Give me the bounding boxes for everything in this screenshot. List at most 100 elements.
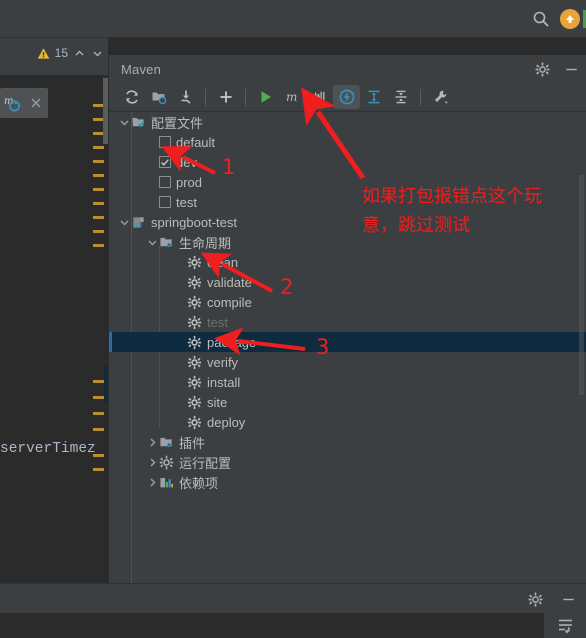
checkbox-checked[interactable] (159, 156, 171, 168)
tree-row[interactable]: package (109, 332, 586, 352)
maven-settings-button[interactable] (427, 85, 454, 109)
tree-toggle (173, 412, 187, 432)
tree-row[interactable]: site (109, 392, 586, 412)
chevron-down-icon[interactable] (91, 47, 104, 60)
tree-toggle (173, 312, 187, 332)
svg-text:m: m (135, 220, 142, 229)
warning-marker[interactable] (93, 174, 104, 177)
gear-icon[interactable] (535, 62, 550, 77)
warning-marker[interactable] (93, 244, 104, 247)
run-config-gear-icon (159, 455, 174, 469)
run-button[interactable] (252, 85, 279, 109)
tree-row[interactable]: 插件 (109, 432, 586, 452)
minimize-icon[interactable] (561, 592, 576, 607)
chevron-right-icon[interactable] (146, 476, 159, 489)
editor-content[interactable]: serverTimez (0, 76, 108, 583)
chevron-down-icon[interactable] (118, 116, 131, 129)
collapse-all-button[interactable] (387, 85, 414, 109)
tree-toggle[interactable] (117, 112, 131, 132)
execute-maven-goal-button[interactable]: m (279, 85, 306, 109)
maven-header: Maven (109, 55, 586, 83)
tree-row[interactable]: validate (109, 272, 586, 292)
tree-row[interactable]: deploy (109, 412, 586, 432)
tree-row-label: default (176, 134, 216, 150)
maven-title: Maven (121, 61, 162, 77)
toggle-offline-mode-button[interactable] (306, 85, 333, 109)
tree-toggle[interactable] (117, 212, 131, 232)
warning-marker[interactable] (93, 216, 104, 219)
warning-marker[interactable] (93, 468, 104, 471)
collapse-all-icon (395, 90, 406, 104)
chevron-right-icon[interactable] (146, 436, 159, 449)
close-icon[interactable] (30, 97, 42, 109)
goal-gear-icon (187, 275, 202, 289)
reload-all-maven-projects-button[interactable] (118, 85, 145, 109)
add-button[interactable] (212, 85, 239, 109)
tree-row[interactable]: 依赖项 (109, 472, 586, 492)
tree-row[interactable]: test (109, 312, 586, 332)
warning-marker[interactable] (93, 160, 104, 163)
tree-toggle[interactable] (145, 432, 159, 452)
maven-tree-scrollbar[interactable] (579, 175, 584, 395)
tree-row-label: springboot-test (151, 214, 237, 230)
tree-toggle (145, 192, 159, 212)
warning-marker[interactable] (93, 412, 104, 415)
warning-marker[interactable] (93, 380, 104, 383)
goal-gear-icon (187, 315, 202, 329)
goal-gear-icon (187, 395, 202, 409)
tree-toggle[interactable] (145, 452, 159, 472)
gear-icon[interactable] (528, 592, 543, 607)
expand-all-button[interactable] (360, 85, 387, 109)
warning-marker[interactable] (93, 428, 104, 431)
tree-row-label: dev (176, 154, 197, 170)
annotation-marker-1: 1 (222, 155, 236, 179)
tree-toggle[interactable] (145, 232, 159, 252)
checkbox-unchecked[interactable] (159, 136, 171, 148)
warning-marker[interactable] (93, 146, 104, 149)
warning-marker[interactable] (93, 230, 104, 233)
tree-row[interactable]: compile (109, 292, 586, 312)
tree-row[interactable]: dev (109, 152, 586, 172)
chevron-down-icon[interactable] (118, 216, 131, 229)
download-icon (181, 90, 190, 104)
refresh-icon (125, 90, 138, 104)
tree-toggle[interactable] (145, 472, 159, 492)
tree-row[interactable]: install (109, 372, 586, 392)
soft-wrap-icon (558, 619, 572, 634)
minimize-icon[interactable] (564, 62, 579, 77)
editor-tab[interactable]: m (0, 88, 48, 118)
tree-row-label: package (207, 334, 257, 350)
tree-row[interactable]: clean (109, 252, 586, 272)
warning-marker[interactable] (93, 188, 104, 191)
tree-toggle (145, 152, 159, 172)
warning-marker[interactable] (93, 202, 104, 205)
add-maven-project-button[interactable] (145, 85, 172, 109)
search-icon[interactable] (532, 10, 550, 28)
tree-row-label: 运行配置 (179, 455, 232, 471)
lifecycle-folder-icon (160, 237, 172, 247)
tree-row[interactable]: 配置文件 (109, 112, 586, 132)
goal-gear-icon (187, 255, 202, 269)
status-bar (0, 583, 586, 613)
chevron-right-icon[interactable] (146, 456, 159, 469)
warning-marker[interactable] (93, 396, 104, 399)
application-window: 15 serverTimez m Maven m 配置文件 default de… (0, 0, 586, 638)
chevron-down-icon[interactable] (146, 236, 159, 249)
tree-row-label: install (207, 374, 241, 390)
editor-marker-gutter[interactable] (93, 76, 104, 583)
skip-tests-button[interactable] (333, 85, 360, 109)
tree-row[interactable]: default (109, 132, 586, 152)
update-arrow-icon[interactable] (560, 9, 580, 29)
download-sources-button[interactable] (172, 85, 199, 109)
checkbox-unchecked[interactable] (159, 196, 171, 208)
tree-row[interactable]: 运行配置 (109, 452, 586, 472)
plugins-folder-icon (160, 437, 172, 447)
soft-wrap-button[interactable] (544, 613, 586, 638)
checkbox-unchecked[interactable] (159, 176, 171, 188)
tree-row-label: 生命周期 (179, 235, 232, 251)
goal-gear-icon (187, 355, 202, 369)
chevron-up-icon[interactable] (73, 47, 86, 60)
tree-row[interactable]: verify (109, 352, 586, 372)
warning-marker[interactable] (93, 454, 104, 457)
tree-row-label: site (207, 394, 228, 410)
